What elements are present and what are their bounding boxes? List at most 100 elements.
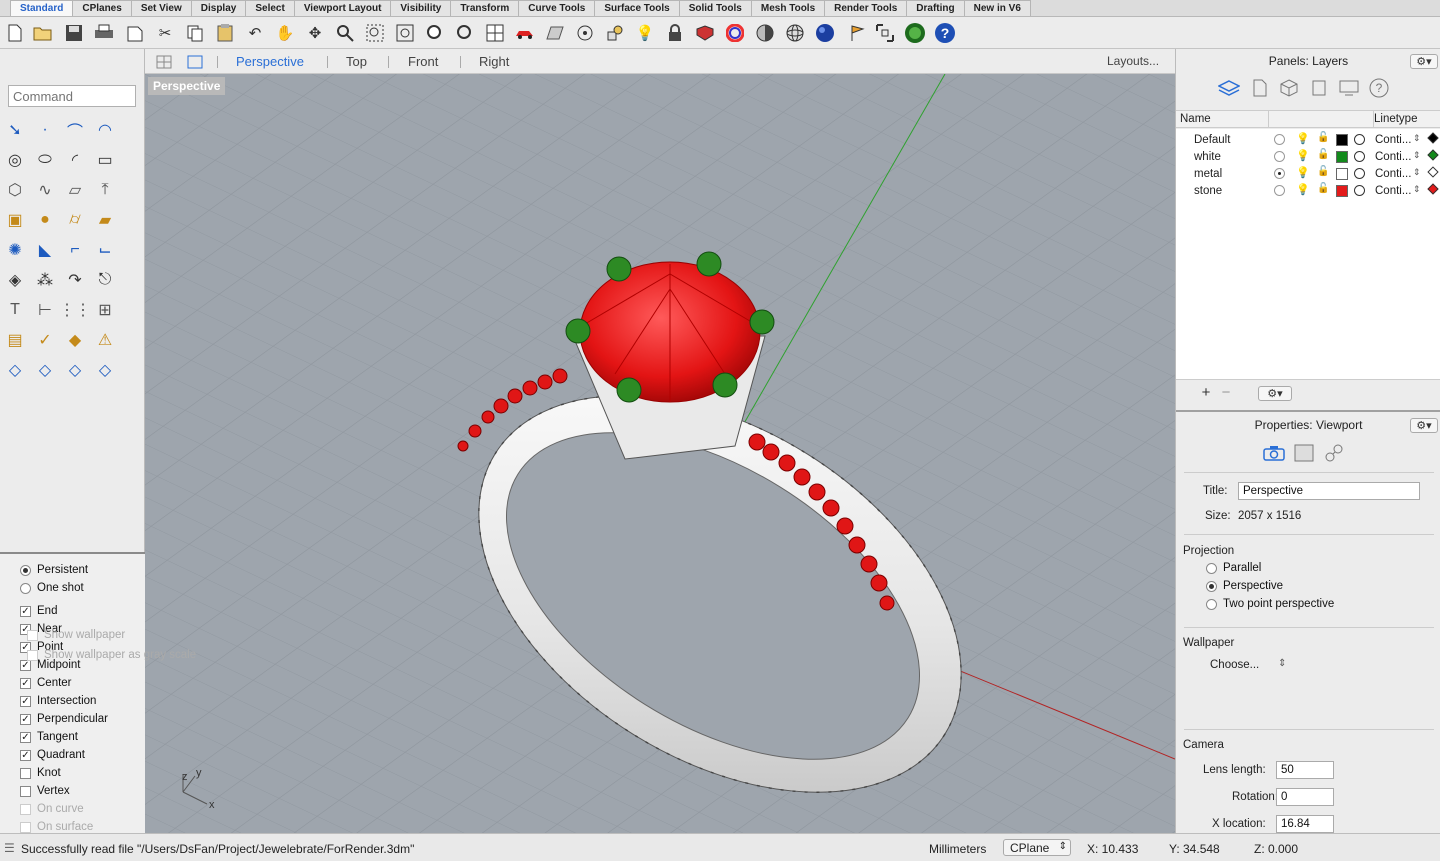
checkbox[interactable]: ✓ bbox=[20, 731, 31, 743]
zoom-icon[interactable] bbox=[334, 22, 356, 44]
cplane-icon[interactable] bbox=[574, 22, 596, 44]
lock-icon[interactable]: 🔓 bbox=[1317, 166, 1329, 177]
frame-icon[interactable] bbox=[1293, 442, 1315, 464]
chevron-updown-icon[interactable]: ⇕ bbox=[1278, 658, 1286, 669]
copy-icon[interactable] bbox=[184, 22, 206, 44]
grid-render-icon[interactable] bbox=[544, 22, 566, 44]
osnap-vertex[interactable]: Vertex bbox=[20, 782, 70, 800]
tab-transform[interactable]: Transform bbox=[450, 0, 520, 16]
help-icon[interactable]: ? bbox=[934, 22, 956, 44]
split-icon[interactable]: ⌙ bbox=[93, 238, 117, 262]
layer-linetype[interactable]: Conti... bbox=[1375, 185, 1411, 197]
projection-parallel[interactable]: Parallel bbox=[1206, 559, 1261, 577]
layer-tool-icon[interactable]: ◇ bbox=[3, 358, 27, 382]
text-icon[interactable]: T bbox=[3, 298, 27, 322]
plane-surface-icon[interactable]: ▰ bbox=[93, 208, 117, 232]
array-icon[interactable]: ✺ bbox=[3, 238, 27, 262]
lock-icon[interactable]: 🔓 bbox=[1317, 183, 1329, 194]
layer-row-default[interactable]: Default 💡 🔓 Conti... ⇕ bbox=[1176, 132, 1440, 149]
cylinder-icon[interactable]: ⌭ bbox=[63, 208, 87, 232]
checkbox[interactable]: ✓ bbox=[20, 605, 31, 617]
tab-front[interactable]: Front bbox=[408, 54, 438, 69]
shapes-icon[interactable] bbox=[604, 22, 626, 44]
arc-icon[interactable]: ◜ bbox=[63, 148, 87, 172]
layer-color-swatch[interactable] bbox=[1336, 185, 1348, 197]
layer-color-swatch[interactable] bbox=[1336, 168, 1348, 180]
tab-surface-tools[interactable]: Surface Tools bbox=[594, 0, 680, 16]
command-input[interactable] bbox=[8, 85, 136, 107]
libraries-tab-icon[interactable] bbox=[1308, 77, 1330, 99]
layer-linetype[interactable]: Conti... bbox=[1375, 151, 1411, 163]
osnap-intersection[interactable]: ✓ Intersection bbox=[20, 692, 96, 710]
osnap-mode-one-shot[interactable]: One shot bbox=[20, 579, 84, 597]
circle-icon[interactable]: ◎ bbox=[3, 148, 27, 172]
offset-icon[interactable]: ⎋ bbox=[93, 268, 117, 292]
checkbox[interactable]: ✓ bbox=[20, 677, 31, 689]
checkbox[interactable]: ✓ bbox=[20, 713, 31, 725]
mirror-icon[interactable]: ⊞ bbox=[93, 298, 117, 322]
layer-linetype[interactable]: Conti... bbox=[1375, 168, 1411, 180]
remove-layer-button[interactable]: − bbox=[1216, 383, 1236, 401]
undo-icon[interactable]: ↶ bbox=[244, 22, 266, 44]
viewport-grid-icon[interactable] bbox=[153, 51, 175, 73]
camera-icon[interactable] bbox=[1263, 442, 1285, 464]
lock-icon[interactable] bbox=[664, 22, 686, 44]
current-layer-radio[interactable] bbox=[1274, 168, 1285, 179]
radio-button[interactable] bbox=[1206, 580, 1217, 592]
move-icon[interactable]: ✓ bbox=[33, 328, 57, 352]
snap-grid-icon[interactable] bbox=[874, 22, 896, 44]
osnap-quadrant[interactable]: ✓ Quadrant bbox=[20, 746, 85, 764]
col-linetype[interactable]: Linetype bbox=[1374, 113, 1417, 125]
checkbox[interactable] bbox=[20, 821, 31, 833]
chevron-updown-icon[interactable]: ⇕ bbox=[1413, 133, 1421, 144]
tab-right[interactable]: Right bbox=[479, 54, 509, 69]
layouts-button[interactable]: Layouts... bbox=[1107, 54, 1159, 68]
layer-color-swatch[interactable] bbox=[1336, 134, 1348, 146]
lens-length-input[interactable]: 50 bbox=[1276, 761, 1334, 779]
layers-gear-icon[interactable]: ⚙▾ bbox=[1410, 54, 1438, 69]
select-arrow-icon[interactable]: ➘ bbox=[3, 118, 27, 142]
material-circle-icon[interactable] bbox=[1354, 151, 1365, 162]
point-icon[interactable]: · bbox=[33, 118, 57, 142]
chevron-updown-icon[interactable]: ⇕ bbox=[1413, 167, 1421, 178]
checkbox[interactable] bbox=[20, 803, 31, 815]
zoom-selected-icon[interactable] bbox=[424, 22, 446, 44]
pan-hand-icon[interactable]: ✋ bbox=[274, 22, 296, 44]
visibility-bulb-icon[interactable]: 💡 bbox=[1296, 132, 1310, 145]
box-icon[interactable]: ▣ bbox=[3, 208, 27, 232]
dimension-icon[interactable]: ⊢ bbox=[33, 298, 57, 322]
tab-solid-tools[interactable]: Solid Tools bbox=[678, 0, 752, 16]
tab-display[interactable]: Display bbox=[190, 0, 247, 16]
material-circle-icon[interactable] bbox=[1354, 185, 1365, 196]
paste-icon[interactable] bbox=[214, 22, 236, 44]
show-wallpaper-checkbox[interactable]: Show wallpaper bbox=[27, 626, 125, 644]
single-viewport-icon[interactable] bbox=[184, 51, 206, 73]
sphere-icon[interactable]: ● bbox=[33, 208, 57, 232]
radio-button[interactable] bbox=[20, 582, 31, 594]
layer-name[interactable]: Default bbox=[1194, 134, 1230, 146]
cut-icon[interactable]: ✂ bbox=[154, 22, 176, 44]
link-icon[interactable] bbox=[1323, 442, 1345, 464]
layer-linetype[interactable]: Conti... bbox=[1375, 134, 1411, 146]
osnap-center[interactable]: ✓ Center bbox=[20, 674, 72, 692]
car-render-icon[interactable] bbox=[514, 22, 536, 44]
rotation-input[interactable]: 0 bbox=[1276, 788, 1334, 806]
title-input[interactable]: Perspective bbox=[1238, 482, 1420, 500]
layer-row-stone[interactable]: stone 💡 🔓 Conti... ⇕ bbox=[1176, 183, 1440, 200]
visibility-bulb-icon[interactable]: 💡 bbox=[1296, 183, 1310, 196]
render-sphere-icon[interactable] bbox=[814, 22, 836, 44]
analyze-icon[interactable]: ◇ bbox=[93, 358, 117, 382]
open-file-icon[interactable] bbox=[32, 22, 54, 44]
material-circle-icon[interactable] bbox=[1354, 134, 1365, 145]
boolean-icon[interactable]: ◈ bbox=[3, 268, 27, 292]
new-file-icon[interactable] bbox=[4, 22, 26, 44]
solid-box-icon[interactable]: ▤ bbox=[3, 328, 27, 352]
globe-icon[interactable] bbox=[904, 22, 926, 44]
surface-icon[interactable]: ▱ bbox=[63, 178, 87, 202]
transform-icon[interactable]: ⋮⋮ bbox=[59, 298, 91, 322]
import-icon[interactable] bbox=[124, 22, 146, 44]
tab-mesh-tools[interactable]: Mesh Tools bbox=[750, 0, 826, 16]
checkbox[interactable] bbox=[20, 767, 31, 779]
radio-button[interactable] bbox=[1206, 562, 1217, 574]
extrude-icon[interactable]: ⤒ bbox=[93, 178, 117, 202]
